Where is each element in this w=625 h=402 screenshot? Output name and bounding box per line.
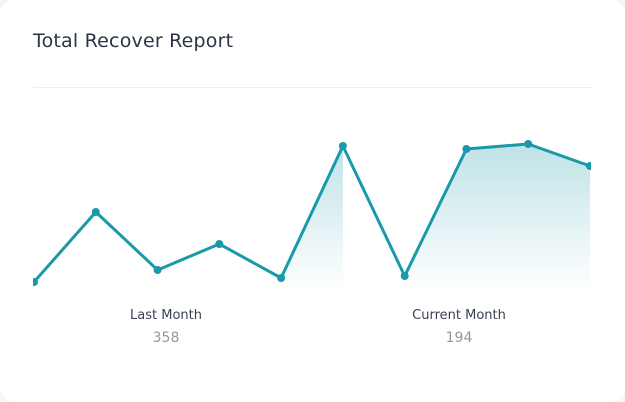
total-recover-report-card: Total Recover Report Last Month 358 Curr… <box>0 0 625 402</box>
last-month-label: Last Month <box>130 308 202 323</box>
last-month-value: 358 <box>152 330 180 346</box>
chart-point-4[interactable] <box>215 240 224 248</box>
current-month-stat: Current Month 194 <box>379 308 539 346</box>
chart-point-1[interactable] <box>30 278 38 286</box>
current-month-value: 194 <box>445 330 473 346</box>
chart-point-7[interactable] <box>400 272 409 280</box>
chart-point-9[interactable] <box>524 140 533 148</box>
chart-point-8[interactable] <box>462 145 471 153</box>
chart-point-10[interactable] <box>586 162 594 170</box>
current-month-label: Current Month <box>412 308 506 323</box>
chart-point-2[interactable] <box>91 208 100 216</box>
chart-point-6[interactable] <box>338 142 347 150</box>
chart-point-5[interactable] <box>277 274 286 282</box>
chart-point-3[interactable] <box>153 266 162 274</box>
last-month-stat: Last Month 358 <box>86 308 246 346</box>
